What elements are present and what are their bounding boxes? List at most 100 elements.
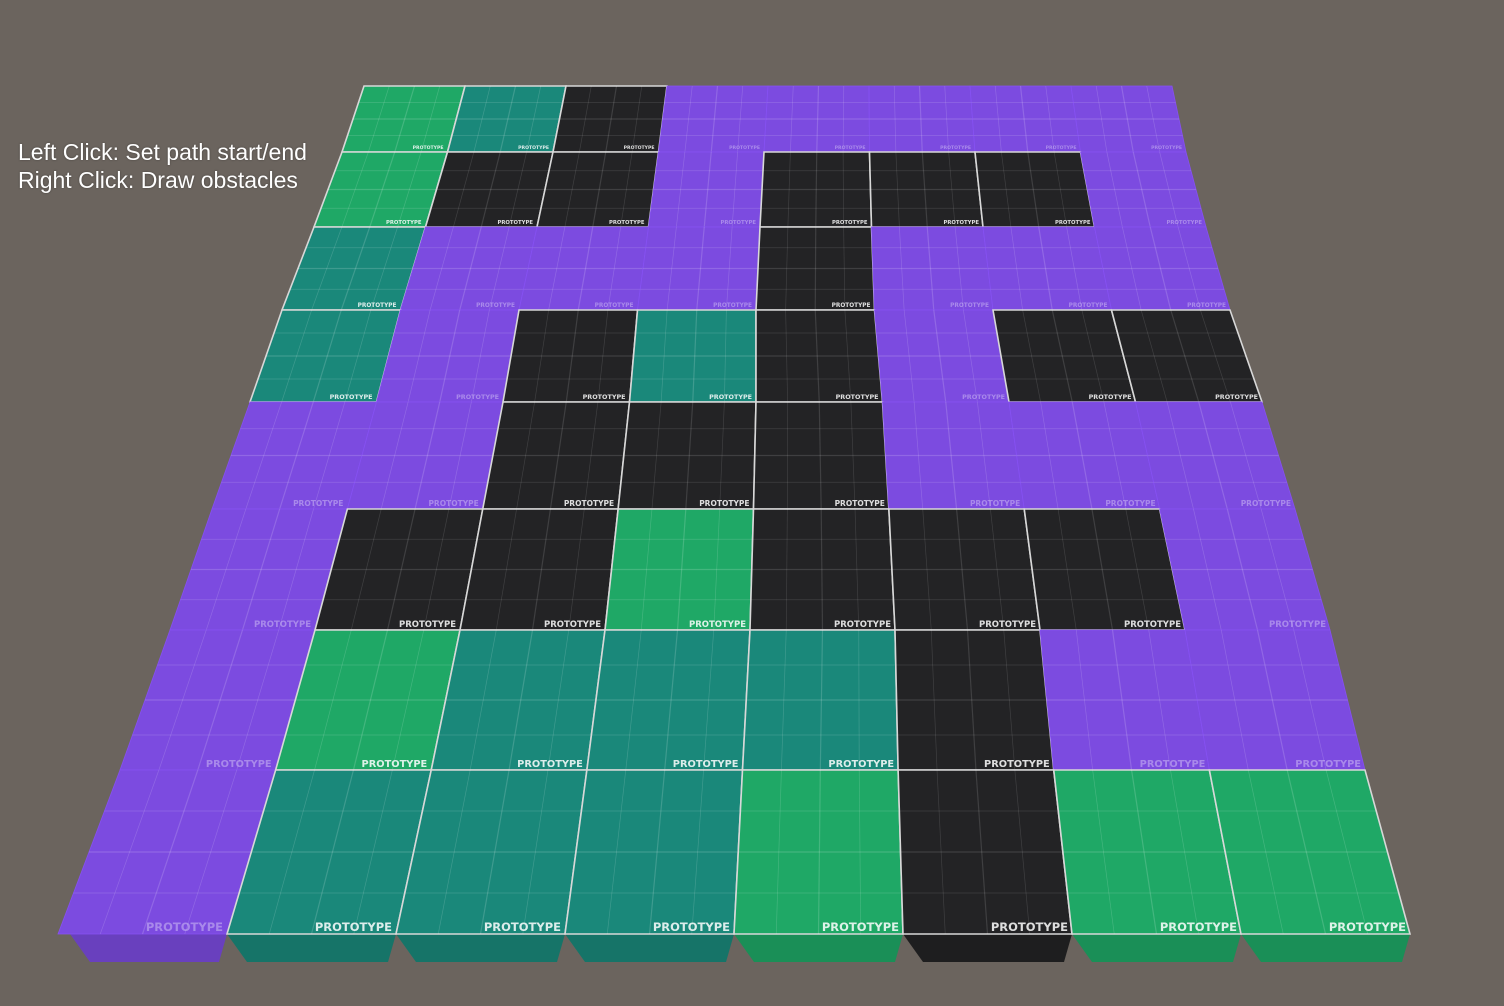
prototype-texture-label: PROTOTYPE bbox=[1046, 145, 1077, 151]
board-front-segment bbox=[70, 934, 227, 962]
prototype-texture-label: PROTOTYPE bbox=[828, 759, 894, 770]
prototype-texture-label: PROTOTYPE bbox=[832, 220, 868, 226]
prototype-texture-label: PROTOTYPE bbox=[832, 303, 871, 309]
board-front-segment bbox=[1072, 934, 1241, 962]
grid-cell-walkable[interactable]: PROTOTYPE bbox=[1039, 629, 1210, 771]
prototype-texture-label: PROTOTYPE bbox=[950, 303, 989, 309]
prototype-texture-label: PROTOTYPE bbox=[720, 220, 756, 226]
grid-cell-walkable[interactable]: PROTOTYPE bbox=[874, 309, 1010, 403]
prototype-texture-label: PROTOTYPE bbox=[1329, 920, 1406, 934]
grid-cell-obstacle[interactable]: PROTOTYPE bbox=[1023, 508, 1186, 631]
grid-cell-walkable[interactable]: PROTOTYPE bbox=[882, 401, 1025, 510]
grid-cell-walkable[interactable]: PROTOTYPE bbox=[1094, 226, 1231, 311]
grid-cell-path[interactable]: PROTOTYPE bbox=[733, 769, 904, 935]
grid-cell-obstacle[interactable]: PROTOTYPE bbox=[752, 401, 890, 510]
grid-cell-obstacle[interactable]: PROTOTYPE bbox=[894, 629, 1055, 771]
prototype-texture-label: PROTOTYPE bbox=[713, 303, 752, 309]
prototype-texture-label: PROTOTYPE bbox=[979, 620, 1036, 630]
grid-cell-explored[interactable]: PROTOTYPE bbox=[446, 85, 567, 153]
grid-cell-explored[interactable]: PROTOTYPE bbox=[564, 769, 744, 935]
prototype-texture-label: PROTOTYPE bbox=[1241, 499, 1291, 508]
grid-cell-obstacle[interactable]: PROTOTYPE bbox=[755, 226, 876, 311]
prototype-texture-label: PROTOTYPE bbox=[1055, 220, 1091, 226]
grid-cell-explored[interactable]: PROTOTYPE bbox=[248, 309, 402, 403]
grid-cell-path[interactable]: PROTOTYPE bbox=[340, 85, 467, 153]
board-grid[interactable]: PROTOTYPE PROTOTYPE PROTOTYPE PROTOTYPE PROT… bbox=[57, 85, 1412, 935]
grid-cell-obstacle[interactable]: PROTOTYPE bbox=[481, 401, 631, 510]
grid-cell-explored[interactable]: PROTOTYPE bbox=[741, 629, 899, 771]
board-front-segment bbox=[1241, 934, 1410, 962]
prototype-texture-label: PROTOTYPE bbox=[1105, 499, 1155, 508]
grid-cell-obstacle[interactable]: PROTOTYPE bbox=[888, 508, 1041, 631]
prototype-texture-label: PROTOTYPE bbox=[413, 145, 444, 151]
prototype-texture-label: PROTOTYPE bbox=[962, 393, 1005, 401]
prototype-texture-label: PROTOTYPE bbox=[399, 620, 456, 630]
grid-cell-obstacle[interactable]: PROTOTYPE bbox=[424, 151, 554, 228]
grid-cell-walkable[interactable]: PROTOTYPE bbox=[1080, 151, 1207, 228]
prototype-texture-label: PROTOTYPE bbox=[254, 620, 311, 630]
grid-cell-walkable[interactable]: PROTOTYPE bbox=[763, 85, 870, 153]
prototype-texture-label: PROTOTYPE bbox=[476, 303, 515, 309]
grid-cell-obstacle[interactable]: PROTOTYPE bbox=[897, 769, 1073, 935]
prototype-texture-label: PROTOTYPE bbox=[729, 145, 760, 151]
grid-cell-explored[interactable]: PROTOTYPE bbox=[585, 629, 751, 771]
prototype-texture-label: PROTOTYPE bbox=[673, 759, 739, 770]
prototype-texture-label: PROTOTYPE bbox=[497, 220, 533, 226]
grid-cell-obstacle[interactable]: PROTOTYPE bbox=[502, 309, 639, 403]
prototype-texture-label: PROTOTYPE bbox=[206, 759, 272, 770]
grid-cell-obstacle[interactable]: PROTOTYPE bbox=[617, 401, 757, 510]
grid-cell-path[interactable]: PROTOTYPE bbox=[1208, 769, 1412, 935]
prototype-texture-label: PROTOTYPE bbox=[1089, 393, 1132, 401]
prototype-texture-label: PROTOTYPE bbox=[544, 620, 601, 630]
prototype-texture-label: PROTOTYPE bbox=[518, 145, 549, 151]
grid-cell-path[interactable]: PROTOTYPE bbox=[1052, 769, 1242, 935]
prototype-texture-label: PROTOTYPE bbox=[358, 303, 397, 309]
prototype-texture-label: PROTOTYPE bbox=[1269, 620, 1326, 630]
board-front-segment bbox=[903, 934, 1072, 962]
grid-cell-walkable[interactable]: PROTOTYPE bbox=[969, 85, 1081, 153]
grid-cell-walkable[interactable]: PROTOTYPE bbox=[1159, 508, 1331, 631]
prototype-texture-label: PROTOTYPE bbox=[583, 393, 626, 401]
grid-cell-walkable[interactable]: PROTOTYPE bbox=[637, 226, 761, 311]
grid-cell-walkable[interactable]: PROTOTYPE bbox=[648, 151, 765, 228]
grid-cell-walkable[interactable]: PROTOTYPE bbox=[982, 226, 1112, 311]
prototype-texture-label: PROTOTYPE bbox=[984, 759, 1050, 770]
controls-hint: Left Click: Set path start/end Right Cli… bbox=[18, 138, 307, 194]
grid-cell-walkable[interactable]: PROTOTYPE bbox=[871, 226, 994, 311]
grid-cell-walkable[interactable]: PROTOTYPE bbox=[868, 85, 976, 153]
grid-cell-obstacle[interactable]: PROTOTYPE bbox=[459, 508, 620, 631]
grid-cell-obstacle[interactable]: PROTOTYPE bbox=[1110, 309, 1264, 403]
prototype-texture-label: PROTOTYPE bbox=[386, 220, 422, 226]
grid-cell-explored[interactable]: PROTOTYPE bbox=[430, 629, 606, 771]
grid-cell-walkable[interactable]: PROTOTYPE bbox=[658, 85, 769, 153]
grid-cell-explored[interactable]: PROTOTYPE bbox=[628, 309, 757, 403]
grid-cell-walkable[interactable]: PROTOTYPE bbox=[1184, 629, 1366, 771]
grid-cell-path[interactable]: PROTOTYPE bbox=[312, 151, 449, 228]
grid-cell-walkable[interactable]: PROTOTYPE bbox=[1070, 85, 1187, 153]
prototype-texture-label: PROTOTYPE bbox=[624, 145, 655, 151]
grid-cell-walkable[interactable]: PROTOTYPE bbox=[1134, 401, 1296, 510]
grid-cell-obstacle[interactable]: PROTOTYPE bbox=[868, 151, 984, 228]
grid-cell-walkable[interactable]: PROTOTYPE bbox=[1008, 401, 1161, 510]
prototype-texture-label: PROTOTYPE bbox=[834, 620, 891, 630]
prototype-texture-label: PROTOTYPE bbox=[1160, 920, 1237, 934]
grid-cell-obstacle[interactable]: PROTOTYPE bbox=[536, 151, 660, 228]
prototype-texture-label: PROTOTYPE bbox=[709, 393, 752, 401]
prototype-texture-label: PROTOTYPE bbox=[1166, 220, 1202, 226]
hint-right-click: Right Click: Draw obstacles bbox=[18, 167, 298, 193]
grid-cell-walkable[interactable]: PROTOTYPE bbox=[375, 309, 520, 403]
board-front-segment bbox=[565, 934, 734, 962]
grid-cell-obstacle[interactable]: PROTOTYPE bbox=[552, 85, 668, 153]
grid-cell-obstacle[interactable]: PROTOTYPE bbox=[974, 151, 1096, 228]
grid-cell-obstacle[interactable]: PROTOTYPE bbox=[759, 151, 873, 228]
grid-cell-walkable[interactable]: PROTOTYPE bbox=[518, 226, 649, 311]
prototype-texture-label: PROTOTYPE bbox=[970, 499, 1020, 508]
prototype-texture-label: PROTOTYPE bbox=[484, 920, 561, 934]
prototype-texture-label: PROTOTYPE bbox=[822, 920, 899, 934]
grid-cell-obstacle[interactable]: PROTOTYPE bbox=[755, 309, 884, 403]
prototype-texture-label: PROTOTYPE bbox=[836, 393, 879, 401]
grid-cell-path[interactable]: PROTOTYPE bbox=[604, 508, 755, 631]
board-front-segment bbox=[734, 934, 903, 962]
grid-cell-obstacle[interactable]: PROTOTYPE bbox=[992, 309, 1137, 403]
grid-cell-obstacle[interactable]: PROTOTYPE bbox=[749, 508, 896, 631]
